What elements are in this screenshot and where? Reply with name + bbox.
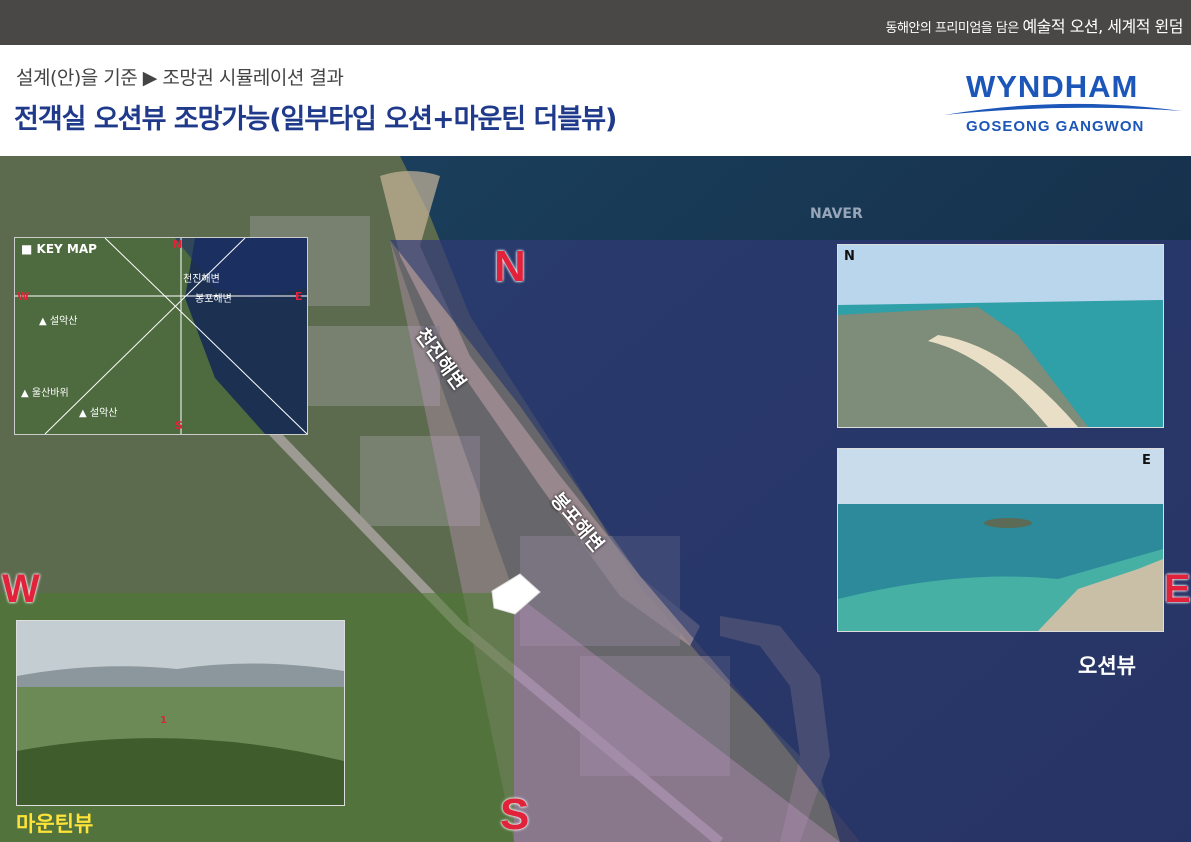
mountain-view-photo: 1 (16, 620, 345, 806)
mountain-view-label: 마운틴뷰 (16, 812, 94, 836)
aerial-map: NAVER N E S W 천진해변 봉포해변 ■ KEY MAP N E S … (0, 156, 1191, 842)
north-view-photo: N (837, 244, 1164, 428)
logo-location: GOSEONG GANGWON (966, 118, 1145, 135)
compass-north: N (494, 242, 526, 291)
map-watermark: NAVER (810, 206, 863, 222)
tagline-prefix: 동해안의 프리미엄을 담은 (885, 21, 1023, 36)
key-map-dir-n: N (173, 238, 183, 251)
key-map-label: 봉포해변 (195, 294, 232, 305)
key-map-label: 천진해변 (183, 274, 220, 285)
key-map-title: ■ KEY MAP (21, 242, 97, 256)
north-view-image (838, 245, 1163, 427)
key-map-image (15, 238, 307, 434)
key-map-dir-e: E (295, 290, 303, 303)
compass-south: S (500, 790, 530, 839)
photo-dir-north: N (844, 249, 855, 264)
mountain-view-image (17, 621, 344, 805)
tagline: 동해안의 프리미엄을 담은 예술적 오션, 세계적 윈덤 (885, 13, 1183, 37)
photo-marker: 1 (160, 715, 167, 726)
compass-east: E (1164, 567, 1191, 611)
east-view-photo: E (837, 448, 1164, 632)
header: 설계(안)을 기준 ▶ 조망권 시뮬레이션 결과 전객실 오션뷰 조망가능(일부… (0, 45, 1191, 156)
key-map-label: ▲ 설악산 (79, 408, 118, 419)
key-map-dir-w: W (17, 290, 30, 303)
tagline-emphasis: 예술적 오션, 세계적 윈덤 (1022, 17, 1183, 36)
key-map-label: ▲ 울산바위 (21, 388, 69, 399)
photo-dir-east: E (1142, 453, 1151, 468)
top-bar: 동해안의 프리미엄을 담은 예술적 오션, 세계적 윈덤 (0, 0, 1191, 45)
key-map-dir-s: S (175, 419, 183, 432)
key-map: ■ KEY MAP N E S W 천진해변 봉포해변 ▲ 설악산 ▲ 울산바위… (14, 237, 308, 435)
compass-west: W (2, 567, 40, 611)
key-map-label: ▲ 설악산 (39, 316, 78, 327)
east-view-image (838, 449, 1163, 631)
page-subtitle: 설계(안)을 기준 ▶ 조망권 시뮬레이션 결과 (16, 67, 344, 89)
wyndham-logo: WYNDHAM GOSEONG GANGWON (942, 69, 1184, 141)
ocean-view-label: 오션뷰 (1078, 654, 1136, 678)
page-title: 전객실 오션뷰 조망가능(일부타입 오션+마운틴 더블뷰) (14, 104, 617, 135)
